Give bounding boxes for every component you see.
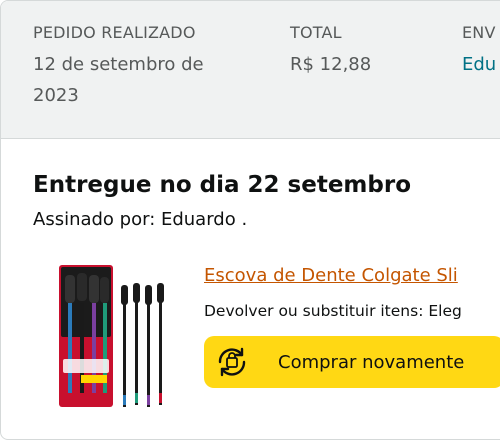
signed-by-text: Assinado por: Eduardo . <box>33 209 248 230</box>
ship-to-link[interactable]: Edu <box>462 49 496 80</box>
order-placed-date-line1: 12 de setembro de <box>33 54 204 75</box>
buy-again-cycle-icon <box>208 336 256 388</box>
buy-again-label: Comprar novamente <box>278 351 465 373</box>
product-title-link[interactable]: Escova de Dente Colgate Sli <box>204 265 458 286</box>
order-placed-column: PEDIDO REALIZADO 12 de setembro de 2023 <box>33 21 204 111</box>
delivery-status-title: Entregue no dia 22 setembro <box>33 172 411 198</box>
order-total-value: R$ 12,88 <box>290 54 372 75</box>
order-total-column: TOTAL R$ 12,88 <box>290 21 371 80</box>
toothbrush-pack-image <box>59 265 164 407</box>
order-header: PEDIDO REALIZADO 12 de setembro de 2023 … <box>1 1 500 139</box>
ship-to-column: ENV Edu <box>462 21 496 80</box>
product-image[interactable] <box>57 263 169 413</box>
order-placed-date-line2: 2023 <box>33 85 79 106</box>
order-card: PEDIDO REALIZADO 12 de setembro de 2023 … <box>0 0 500 440</box>
buy-again-button[interactable]: Comprar novamente <box>204 336 500 388</box>
order-placed-date: 12 de setembro de 2023 <box>33 49 204 111</box>
return-window-text: Devolver ou substituir itens: Eleg <box>204 302 462 320</box>
shipment-section: Entregue no dia 22 setembro Assinado por… <box>1 139 500 439</box>
ship-to-label: ENV <box>462 23 496 42</box>
order-placed-label: PEDIDO REALIZADO <box>33 23 196 42</box>
order-total-label: TOTAL <box>290 23 342 42</box>
